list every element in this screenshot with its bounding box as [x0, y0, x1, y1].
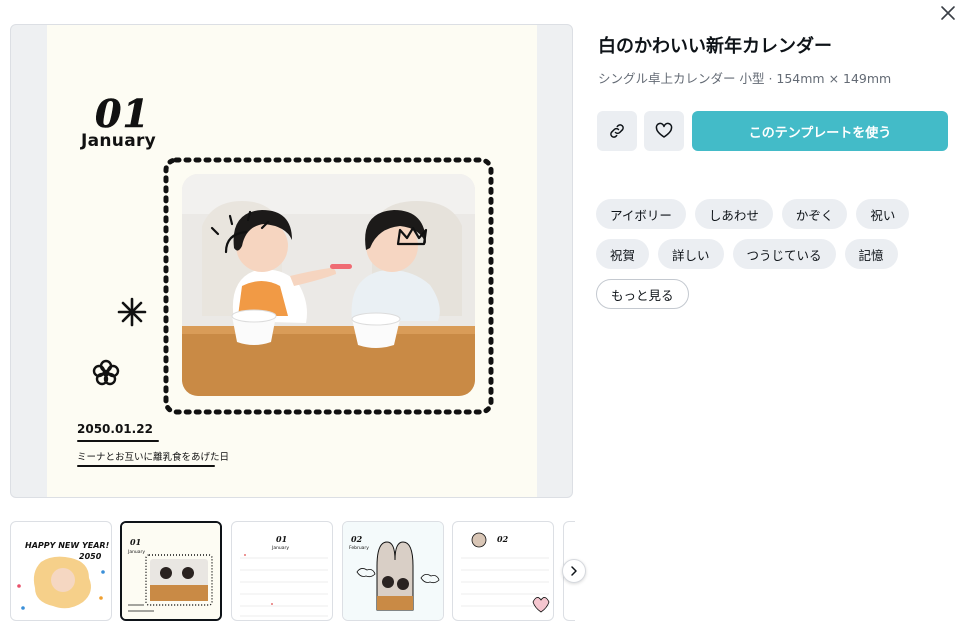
svg-text:January: January: [271, 545, 289, 551]
page-thumbnails: HAPPY NEW YEAR! 2050 01 January 01 Janua…: [10, 521, 575, 621]
thumbnail-image: 01 January: [122, 523, 220, 619]
tag-chip[interactable]: かぞく: [781, 199, 848, 229]
template-title: 白のかわいい新年カレンダー: [598, 36, 832, 57]
tag-chip[interactable]: 詳しい: [658, 239, 724, 269]
thumbnail-february-photo[interactable]: 02 February: [342, 521, 444, 621]
use-template-button[interactable]: このテンプレートを使う: [692, 111, 948, 151]
svg-text:February: February: [349, 545, 369, 551]
thumbnail-image: 02: [461, 532, 550, 613]
thumbnail-image: 02 February: [343, 522, 443, 620]
svg-text:2050: 2050: [79, 552, 102, 561]
thumbnail-image: HAPPY NEW YEAR! 2050: [17, 541, 110, 610]
svg-text:HAPPY NEW YEAR!: HAPPY NEW YEAR!: [25, 541, 110, 550]
flower-doodle-icon: [92, 359, 120, 386]
tag-chip[interactable]: つうじている: [732, 239, 836, 269]
show-more-tags-button[interactable]: もっと見る: [596, 279, 689, 309]
month-number: 01: [95, 91, 150, 137]
tag-chip[interactable]: しあわせ: [694, 199, 773, 229]
memory-caption: ミーナとお互いに離乳食をあげた日: [77, 452, 230, 463]
memory-date: 2050.01.22: [77, 422, 153, 436]
thumbnail-february-grid[interactable]: 02: [452, 521, 554, 621]
svg-text:January: January: [127, 549, 145, 555]
tag-chip[interactable]: 記憶: [844, 239, 898, 269]
sparkle-doodle-icon: [117, 297, 147, 327]
thumbnail-january-grid[interactable]: 01 January: [231, 521, 333, 621]
photo-image: [163, 157, 494, 415]
template-preview: 01 January 2050.01.22 ミーナとお互いに離乳食をあげた日: [10, 24, 573, 498]
tag-chip[interactable]: 祝賀: [596, 239, 650, 269]
thumbnail-january-photo[interactable]: 01 January: [120, 521, 222, 621]
photo-frame: [162, 156, 495, 416]
date-underline: [77, 440, 159, 442]
template-subtitle: シングル卓上カレンダー 小型 · 154mm × 149mm: [598, 71, 892, 86]
tag-list: アイボリー しあわせ かぞく 祝い 祝賀 詳しい つうじている 記憶 もっと見る: [596, 199, 926, 309]
close-button[interactable]: [937, 2, 959, 24]
copy-link-button[interactable]: [597, 111, 637, 151]
tag-chip[interactable]: 祝い: [856, 199, 910, 229]
close-icon: [941, 6, 955, 20]
svg-text:01: 01: [130, 537, 141, 547]
svg-text:02: 02: [351, 534, 363, 544]
svg-text:02: 02: [497, 534, 509, 544]
month-name: January: [81, 131, 157, 151]
thumbnail-image: 01 January: [240, 534, 328, 617]
thumbnail-cover[interactable]: HAPPY NEW YEAR! 2050: [10, 521, 112, 621]
caption-underline: [77, 465, 215, 467]
svg-text:01: 01: [276, 534, 287, 544]
favorite-button[interactable]: [644, 111, 684, 151]
chevron-right-icon: [571, 566, 577, 576]
thumbnails-next-button[interactable]: [562, 559, 586, 583]
calendar-page: 01 January 2050.01.22 ミーナとお互いに離乳食をあげた日: [47, 25, 537, 497]
link-icon: [610, 124, 624, 138]
tag-chip[interactable]: アイボリー: [596, 199, 686, 229]
heart-icon: [655, 122, 673, 138]
